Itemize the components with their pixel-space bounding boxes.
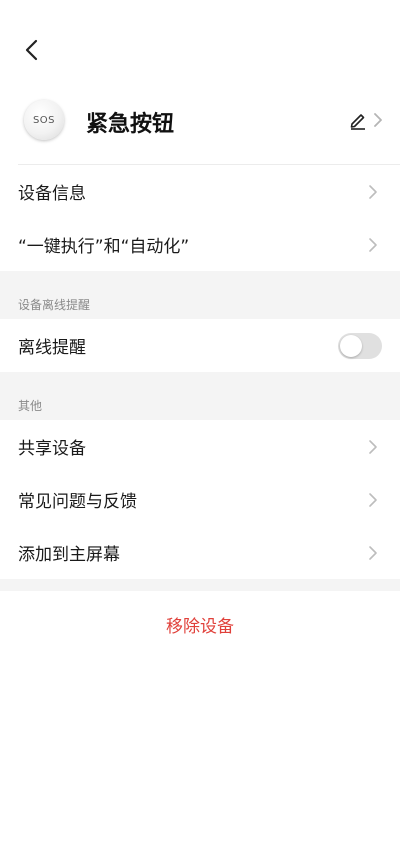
row-label: 常见问题与反馈: [18, 492, 137, 512]
row-label: 设备信息: [18, 184, 86, 204]
chevron-right-icon: [369, 237, 377, 252]
avatar-text: SOS: [32, 114, 56, 126]
list-item-share-device[interactable]: 共享设备: [0, 420, 400, 473]
toggle-knob: [340, 334, 362, 357]
bottom-area: [0, 657, 400, 857]
other-group: 共享设备 常见问题与反馈 添加到主屏幕: [0, 420, 400, 579]
remove-device-button[interactable]: 移除设备: [0, 591, 400, 657]
pencil-icon[interactable]: [348, 110, 368, 130]
list-item-faq-feedback[interactable]: 常见问题与反馈: [0, 473, 400, 526]
row-label: “一键执行”和“自动化”: [18, 237, 190, 257]
remove-section: 移除设备: [0, 591, 400, 657]
chevron-right-icon: [374, 113, 382, 127]
section-header-offline: 设备离线提醒: [0, 271, 400, 319]
section-header-other: 其他: [0, 372, 400, 420]
chevron-right-icon: [369, 545, 377, 560]
device-avatar: SOS: [24, 100, 64, 140]
back-button[interactable]: [18, 36, 46, 64]
row-label: 共享设备: [18, 439, 86, 459]
device-header: SOS 紧急按钮: [0, 0, 400, 165]
chevron-right-icon: [369, 439, 377, 454]
section-title: 设备离线提醒: [18, 298, 91, 312]
offline-alert-toggle[interactable]: [338, 332, 382, 359]
row-label: 添加到主屏幕: [18, 545, 120, 565]
chevron-right-icon: [369, 184, 377, 199]
device-name-row[interactable]: SOS 紧急按钮: [0, 96, 400, 148]
offline-group: 离线提醒: [0, 319, 400, 372]
list-item-scenes-automation[interactable]: “一键执行”和“自动化”: [0, 218, 400, 271]
chevron-left-icon: [25, 39, 38, 61]
device-name: 紧急按钮: [86, 112, 175, 137]
chevron-right-icon: [369, 492, 377, 507]
list-item-offline-alert: 离线提醒: [0, 319, 400, 372]
device-settings-group: 设备信息 “一键执行”和“自动化”: [0, 165, 400, 271]
list-item-add-to-home[interactable]: 添加到主屏幕: [0, 526, 400, 579]
list-item-device-info[interactable]: 设备信息: [0, 165, 400, 218]
row-label: 离线提醒: [18, 338, 86, 358]
section-title: 其他: [18, 399, 43, 413]
